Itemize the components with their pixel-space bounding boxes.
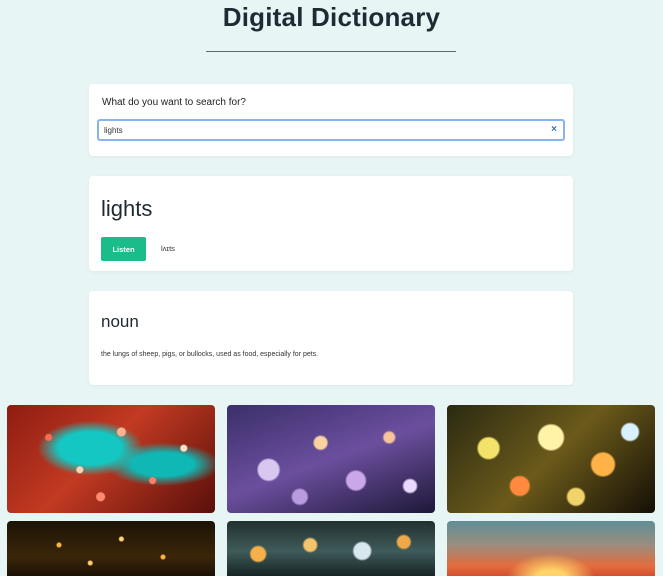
gallery-image[interactable] [447, 521, 655, 576]
definition-text: the lungs of sheep, pigs, or bullocks, u… [101, 351, 319, 358]
title-divider [206, 51, 456, 52]
gallery-image[interactable] [227, 405, 435, 513]
search-input[interactable] [104, 123, 534, 137]
definition-card: noun the lungs of sheep, pigs, or bulloc… [89, 291, 573, 385]
search-label: What do you want to search for? [102, 97, 246, 108]
gallery-image[interactable] [7, 521, 215, 576]
part-of-speech: noun [101, 312, 139, 331]
page-title: Digital Dictionary [222, 2, 441, 32]
search-field[interactable]: × [97, 119, 565, 141]
listen-button[interactable]: Listen [101, 237, 146, 261]
word-heading: lights [101, 196, 153, 221]
search-card: What do you want to search for? × [89, 84, 573, 156]
phonetic-text: lʌɪts [161, 244, 175, 253]
gallery-image[interactable] [227, 521, 435, 576]
word-card: lights Listen lʌɪts [89, 176, 573, 271]
gallery-image[interactable] [7, 405, 215, 513]
gallery-image[interactable] [447, 405, 655, 513]
close-icon[interactable]: × [551, 123, 557, 137]
